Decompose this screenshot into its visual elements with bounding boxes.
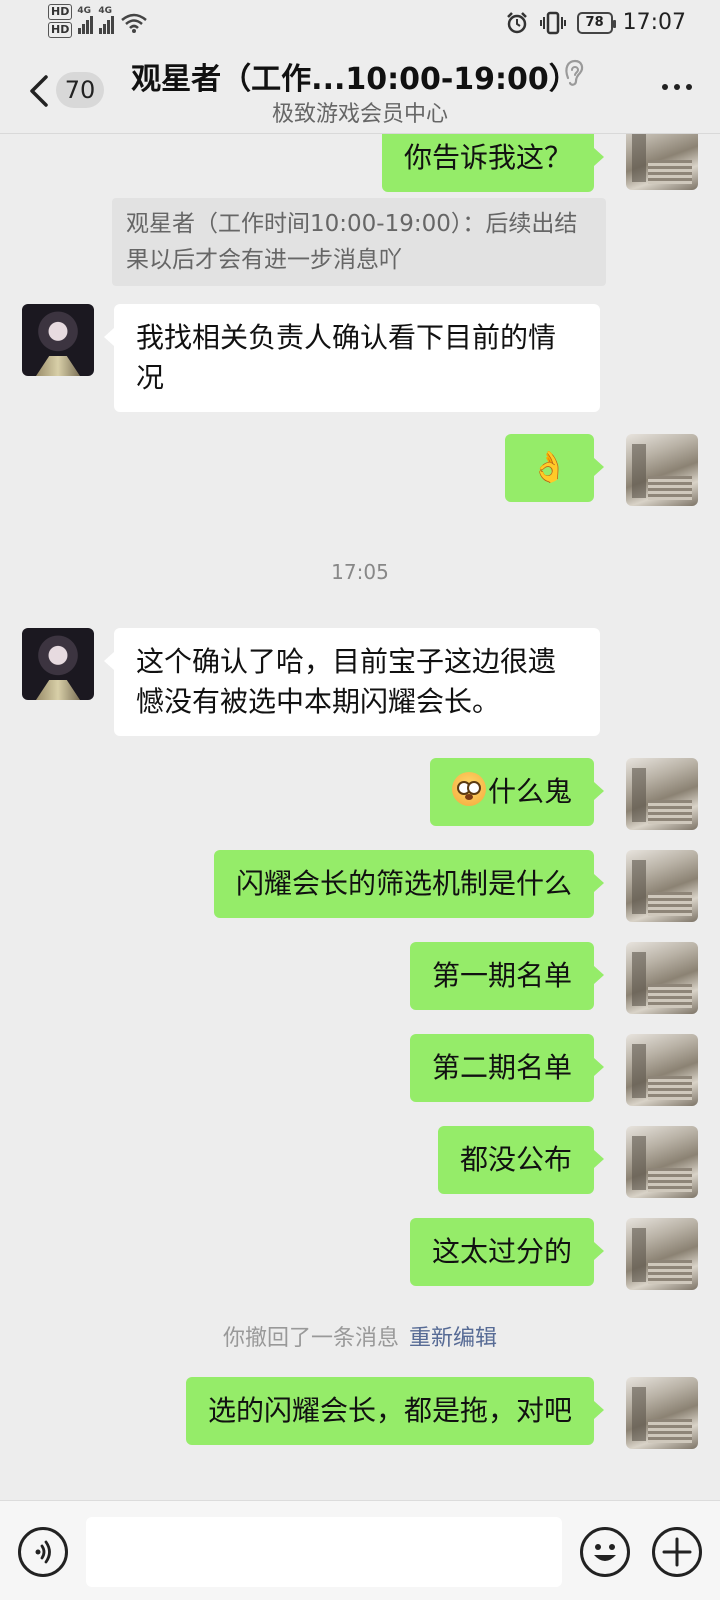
chevron-left-icon[interactable] [26,74,52,108]
recall-notice: 你撤回了一条消息 重新编辑 [0,1320,720,1352]
ok-hand-emoji: 👌 [530,450,568,485]
status-bar: HD HD 4G 4G 78 17:07 [0,0,720,48]
recall-text: 你撤回了一条消息 [222,1326,399,1351]
message-self[interactable]: 👌 [504,434,605,502]
message-list[interactable]: 你告诉我这？ 观星者（工作时间10:00-19:00）：后续出结果以后才会有进一… [0,134,720,1500]
contact-avatar[interactable] [22,304,94,376]
plus-icon[interactable] [652,1527,702,1577]
hd-indicator-2: HD [48,22,73,38]
chat-subtitle: 极致游戏会员中心 [271,102,448,127]
self-avatar[interactable] [626,1034,698,1106]
contact-avatar[interactable] [22,628,94,700]
voice-icon[interactable] [18,1527,68,1577]
emoji-icon[interactable] [580,1527,630,1577]
clock: 17:07 [622,10,686,35]
message-text: 什么鬼 [487,775,572,808]
network-type-1: 4G [77,6,91,16]
message-self[interactable]: 你告诉我这？ [381,134,605,192]
battery-indicator: 78 [576,11,616,34]
message-timestamp: 17:05 [331,560,389,584]
self-avatar[interactable] [626,758,698,830]
signal-icon-1: 4G [77,6,94,34]
self-avatar[interactable] [626,434,698,506]
quoted-message[interactable]: 观星者（工作时间10:00-19:00）：后续出结果以后才会有进一步消息吖 [112,198,606,286]
message-other[interactable]: 我找相关负责人确认看下目前的情况 [104,304,600,412]
message-input[interactable] [86,1517,562,1587]
more-dots-icon[interactable] [662,84,692,90]
message-self[interactable]: 第二期名单 [409,1034,605,1102]
message-self[interactable]: 闪耀会长的筛选机制是什么 [213,850,605,918]
ear-icon [565,59,584,86]
network-type-2: 4G [98,6,112,16]
unread-count-badge[interactable]: 70 [56,72,104,108]
self-avatar[interactable] [626,850,698,922]
message-self[interactable]: 都没公布 [437,1126,605,1194]
dizzy-face-emoji [451,772,486,806]
hd-indicator-1: HD [48,4,73,20]
signal-icon-2: 4G [98,6,115,34]
alarm-icon [506,11,527,33]
chat-title: 观星者（工作...10:00-19:00） [131,62,579,97]
input-bar [0,1500,720,1600]
message-self[interactable]: 什么鬼 [429,758,605,826]
message-self[interactable]: 这太过分的 [409,1218,605,1286]
message-self[interactable]: 第一期名单 [409,942,605,1010]
vibrate-icon [539,11,566,34]
self-avatar[interactable] [626,134,698,190]
self-avatar[interactable] [626,1377,698,1449]
self-avatar[interactable] [626,942,698,1014]
wifi-icon [121,13,148,33]
message-other[interactable]: 这个确认了哈，目前宝子这边很遗憾没有被选中本期闪耀会长。 [104,628,600,736]
chat-header: 观星者（工作...10:00-19:00） 极致游戏会员中心 70 [0,48,720,134]
self-avatar[interactable] [626,1218,698,1290]
self-avatar[interactable] [626,1126,698,1198]
re-edit-link[interactable]: 重新编辑 [409,1326,497,1351]
message-self[interactable]: 选的闪耀会长，都是拖，对吧 [185,1377,605,1445]
